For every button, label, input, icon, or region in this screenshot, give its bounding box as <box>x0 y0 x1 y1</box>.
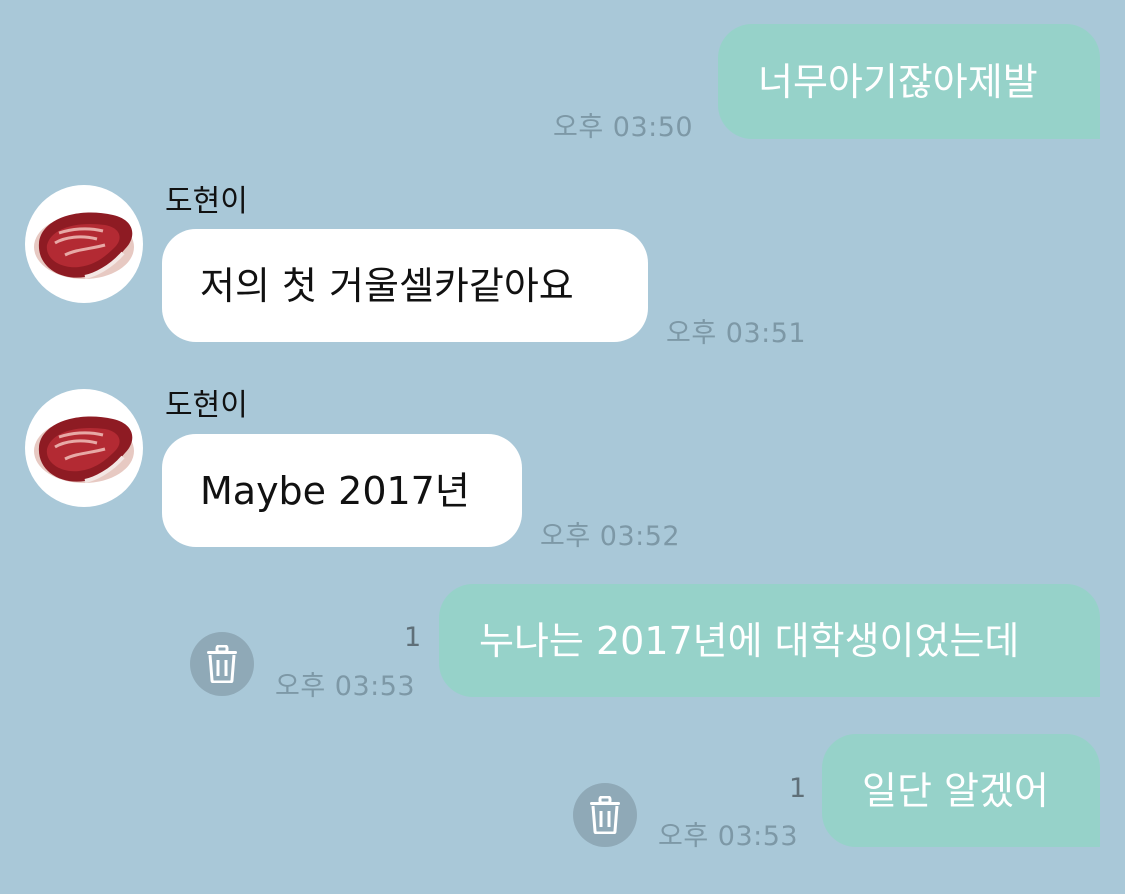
message-time: 오후 03:50 <box>553 112 694 143</box>
message-text: 누나는 2017년에 대학생이었는데 <box>479 618 1020 663</box>
steak-icon <box>34 212 134 279</box>
trash-icon <box>207 645 237 683</box>
sender-name: 도현이 <box>165 388 248 423</box>
message-time: 오후 03:51 <box>666 318 807 349</box>
message-text: Maybe 2017년 <box>200 468 470 513</box>
delete-button[interactable] <box>190 632 254 696</box>
sent-message-bubble[interactable]: 일단 알겠어 <box>822 734 1100 847</box>
unread-count: 1 <box>404 622 422 653</box>
message-text: 일단 알겠어 <box>862 768 1049 813</box>
received-message-bubble[interactable]: Maybe 2017년 <box>162 434 522 547</box>
message-time: 오후 03:52 <box>540 521 681 552</box>
sender-name: 도현이 <box>165 184 248 219</box>
sent-message-bubble[interactable]: 누나는 2017년에 대학생이었는데 <box>439 584 1100 697</box>
steak-icon <box>34 416 134 483</box>
delete-button[interactable] <box>573 783 637 847</box>
chat-view[interactable]: 너무아기잖아제발 오후 03:50 도현이 저의 첫 거울셀카같아요 오후 03… <box>0 0 1125 894</box>
sent-message-bubble[interactable]: 너무아기잖아제발 <box>718 24 1100 139</box>
avatar[interactable] <box>25 389 143 507</box>
avatar[interactable] <box>25 185 143 303</box>
message-text: 너무아기잖아제발 <box>758 59 1038 104</box>
unread-count: 1 <box>789 773 807 804</box>
message-time: 오후 03:53 <box>275 671 416 702</box>
trash-icon <box>590 796 620 834</box>
message-time: 오후 03:53 <box>658 821 799 852</box>
received-message-bubble[interactable]: 저의 첫 거울셀카같아요 <box>162 229 648 342</box>
message-text: 저의 첫 거울셀카같아요 <box>200 263 574 308</box>
